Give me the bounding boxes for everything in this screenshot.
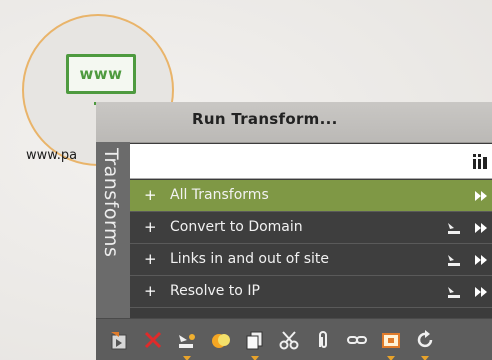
panel-title: Run Transform...	[192, 110, 338, 128]
attach-icon[interactable]	[312, 329, 334, 351]
menu-item-links-in-and-out[interactable]: + Links in and out of site	[130, 244, 492, 276]
website-icon-text: www	[79, 65, 123, 83]
expand-icon: +	[144, 186, 157, 204]
expand-icon: +	[144, 282, 157, 300]
transform-type-icon	[448, 223, 460, 234]
expand-icon: +	[144, 250, 157, 268]
run-transform-icon[interactable]	[474, 253, 488, 267]
transforms-side-tab[interactable]: Transforms	[96, 142, 130, 318]
side-tab-label: Transforms	[100, 148, 122, 258]
link-icon[interactable]	[176, 329, 198, 351]
entity-label[interactable]: www.pa	[26, 148, 77, 163]
graph-canvas[interactable]: www www.pa Run Transform... Transforms +…	[0, 0, 492, 360]
search-input[interactable]	[134, 148, 458, 174]
export-icon[interactable]	[108, 329, 130, 351]
search-box	[130, 144, 492, 179]
menu-item-convert-to-domain[interactable]: + Convert to Domain	[130, 212, 492, 244]
refresh-icon[interactable]	[414, 329, 436, 351]
menu-item-label: Links in and out of site	[170, 251, 330, 267]
copy-icon[interactable]	[244, 329, 266, 351]
menu-item-label: Resolve to IP	[170, 283, 260, 299]
website-icon: www	[66, 54, 136, 94]
expand-icon: +	[144, 218, 157, 236]
run-transform-icon[interactable]	[474, 221, 488, 235]
cut-icon[interactable]	[278, 329, 300, 351]
run-all-icon[interactable]	[474, 189, 488, 203]
color-icon[interactable]	[210, 329, 232, 351]
dropdown-marker-icon	[421, 356, 429, 360]
dropdown-marker-icon	[183, 356, 191, 360]
chain-link-icon[interactable]	[346, 329, 368, 351]
run-transform-panel: Run Transform... Transforms + All Transf…	[96, 102, 492, 360]
run-transform-icon[interactable]	[474, 285, 488, 299]
menu-item-label: Convert to Domain	[170, 219, 303, 235]
transform-type-icon	[448, 287, 460, 298]
panel-header: Run Transform...	[96, 102, 492, 143]
dropdown-marker-icon	[251, 356, 259, 360]
dropdown-marker-icon	[387, 356, 395, 360]
menu-item-resolve-to-ip[interactable]: + Resolve to IP	[130, 276, 492, 308]
transform-type-icon	[448, 255, 460, 266]
menu-item-label: All Transforms	[170, 187, 269, 203]
filter-icon[interactable]	[472, 152, 488, 170]
delete-icon[interactable]	[142, 329, 164, 351]
frame-icon[interactable]	[380, 329, 402, 351]
menu-item-all-transforms[interactable]: + All Transforms	[130, 180, 492, 212]
entity-toolbar	[96, 318, 492, 360]
